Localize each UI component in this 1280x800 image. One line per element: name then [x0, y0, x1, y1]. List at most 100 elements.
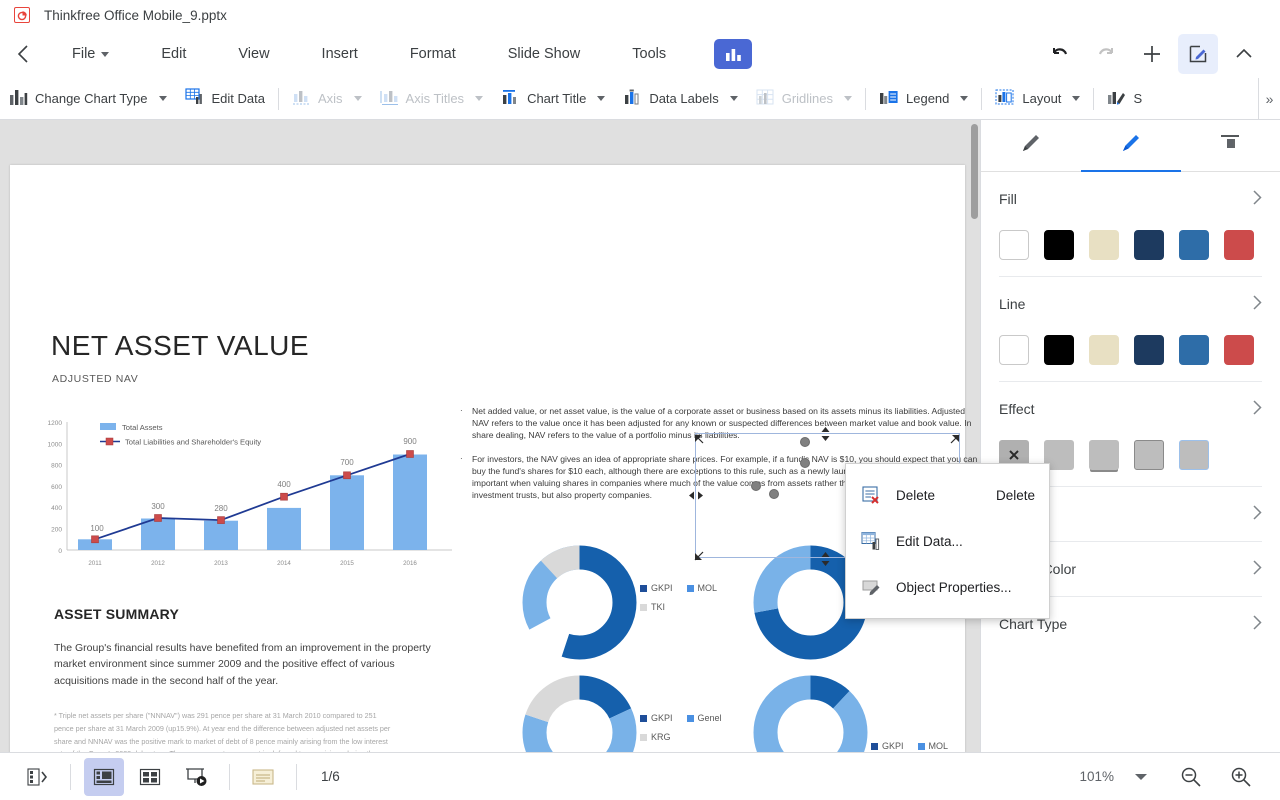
slide-canvas[interactable]: NET ASSET VALUE ADJUSTED NAV 1200 1000 8…	[10, 165, 977, 752]
scrollbar-thumb[interactable]	[971, 124, 978, 219]
ribbon-style[interactable]: S	[1098, 78, 1151, 119]
asset-summary-footnote[interactable]: * Triple net assets per share ("NNNAV") …	[54, 710, 394, 752]
donut-chart-3[interactable]	[522, 675, 637, 752]
selection-handle-bottom-left[interactable]	[694, 548, 705, 566]
format-sidebar-tabs	[981, 120, 1280, 172]
slide-subtitle[interactable]: ADJUSTED NAV	[52, 373, 138, 385]
zoom-in-icon[interactable]	[1221, 758, 1261, 796]
bar-chart-icon[interactable]	[714, 39, 753, 69]
line-swatch-black[interactable]	[1044, 335, 1074, 365]
net-asset-value-chart[interactable]: 1200 1000 800 600 400 200 0 100 300 280 …	[40, 415, 460, 590]
context-menu-edit-data-label: Edit Data...	[896, 533, 963, 549]
slideshow-icon[interactable]	[176, 758, 216, 796]
data-point-handle[interactable]	[769, 489, 779, 499]
sidebar-section-line[interactable]: Line	[981, 277, 1280, 331]
notes-icon[interactable]	[243, 758, 283, 796]
ribbon-layout[interactable]: Layout	[986, 78, 1089, 119]
menu-item-tools[interactable]: Tools	[622, 30, 676, 78]
chevron-down-icon	[353, 96, 362, 101]
fill-swatch-black[interactable]	[1044, 230, 1074, 260]
slide-title[interactable]: NET ASSET VALUE	[51, 330, 309, 362]
change-chart-type-icon	[9, 89, 28, 109]
data-point-handle[interactable]	[751, 481, 761, 491]
slide-sorter-icon[interactable]	[130, 758, 170, 796]
sidebar-section-effect[interactable]: Effect	[981, 382, 1280, 436]
menu-item-slide-show[interactable]: Slide Show	[498, 30, 591, 78]
normal-view-icon[interactable]	[84, 757, 124, 796]
svg-text:300: 300	[151, 502, 165, 511]
outline-panel-icon[interactable]	[17, 758, 57, 796]
ribbon-change-chart-type[interactable]: Change Chart Type	[0, 78, 176, 119]
ribbon-axis[interactable]: Axis	[283, 78, 371, 119]
effect-shadow-outline[interactable]	[1134, 440, 1164, 470]
menu-item-insert[interactable]: Insert	[312, 30, 368, 78]
selection-handle-top-left[interactable]	[694, 432, 705, 450]
line-swatch-blue[interactable]	[1179, 335, 1209, 365]
collapse-chevron-icon[interactable]	[1224, 34, 1264, 74]
chart-context-menu[interactable]: Delete Delete Edit Data... Object Proper…	[845, 463, 1050, 619]
selection-handle-top-middle[interactable]	[820, 427, 831, 446]
asset-summary-body[interactable]: The Group's financial results have benef…	[54, 640, 436, 689]
fill-swatch-red[interactable]	[1224, 230, 1254, 260]
chevron-down-icon	[597, 96, 606, 101]
fill-swatch-blue[interactable]	[1179, 230, 1209, 260]
ribbon-legend[interactable]: Legend	[870, 78, 977, 119]
selection-handle-bottom-middle[interactable]	[820, 552, 831, 571]
fill-swatch-navy[interactable]	[1134, 230, 1164, 260]
donut-chart-1[interactable]	[522, 545, 637, 665]
line-swatch-white[interactable]	[999, 335, 1029, 365]
brush-icon	[1118, 130, 1144, 161]
context-menu-item-edit-data[interactable]: Edit Data...	[846, 518, 1049, 564]
fill-swatch-beige[interactable]	[1089, 230, 1119, 260]
menu-item-edit[interactable]: Edit	[151, 30, 196, 78]
context-menu-item-object-properties[interactable]: Object Properties...	[846, 564, 1049, 610]
effect-shadow-glow[interactable]	[1179, 440, 1209, 470]
menu-item-view[interactable]: View	[228, 30, 279, 78]
sidebar-section-fill[interactable]: Fill	[981, 172, 1280, 226]
add-icon[interactable]	[1132, 34, 1172, 74]
caret-down-icon[interactable]	[1121, 758, 1161, 796]
line-swatch-red[interactable]	[1224, 335, 1254, 365]
line-swatch-navy[interactable]	[1134, 335, 1164, 365]
ribbon-edit-data[interactable]: Edit Data	[176, 78, 274, 119]
back-button[interactable]	[0, 30, 46, 78]
ribbon-overflow-button[interactable]: »	[1258, 78, 1280, 119]
donut-chart-4[interactable]	[753, 675, 868, 752]
ribbon-gridlines[interactable]: Gridlines	[747, 78, 861, 119]
ribbon-data-labels[interactable]: Data Labels	[614, 78, 746, 119]
data-point-handle[interactable]	[800, 437, 810, 447]
svg-text:700: 700	[340, 458, 354, 467]
fill-swatch-white[interactable]	[999, 230, 1029, 260]
effect-shadow-bottom[interactable]	[1089, 440, 1119, 470]
tab-text-align[interactable]	[1180, 120, 1280, 171]
selection-handle-top-right[interactable]	[949, 432, 960, 450]
menu-item-format[interactable]: Format	[400, 30, 466, 78]
slide-workspace[interactable]: NET ASSET VALUE ADJUSTED NAV 1200 1000 8…	[0, 120, 980, 752]
menu-item-file[interactable]: File	[62, 30, 119, 78]
asset-summary-heading[interactable]: ASSET SUMMARY	[54, 606, 179, 622]
svg-text:2013: 2013	[214, 560, 228, 567]
context-menu-item-delete[interactable]: Delete Delete	[846, 472, 1049, 518]
workspace-vertical-scrollbar[interactable]	[971, 124, 978, 748]
zoom-out-icon[interactable]	[1171, 758, 1211, 796]
status-bar: 1/6 101%	[0, 752, 1280, 800]
ribbon-chart-title[interactable]: Chart Title	[492, 78, 614, 119]
svg-text:2015: 2015	[340, 560, 354, 567]
edit-icon[interactable]	[1178, 34, 1218, 74]
ribbon-axis-titles[interactable]: Axis Titles	[371, 78, 493, 119]
svg-text:200: 200	[51, 527, 62, 534]
tab-brush[interactable]	[1081, 120, 1181, 171]
svg-text:100: 100	[90, 524, 104, 533]
ribbon-data-labels-label: Data Labels	[649, 91, 719, 106]
zoom-level-value[interactable]: 101%	[1079, 769, 1114, 784]
legend-entry: Genel	[686, 713, 722, 723]
data-point-handle[interactable]	[800, 458, 810, 468]
tab-pencil[interactable]	[981, 120, 1081, 171]
legend-entry: GKPI	[640, 583, 673, 593]
svg-text:900: 900	[403, 437, 417, 446]
undo-icon[interactable]	[1040, 34, 1080, 74]
redo-icon[interactable]	[1086, 34, 1126, 74]
context-menu-delete-label: Delete	[896, 487, 936, 503]
selection-handle-left-middle[interactable]	[689, 488, 703, 506]
line-swatch-beige[interactable]	[1089, 335, 1119, 365]
